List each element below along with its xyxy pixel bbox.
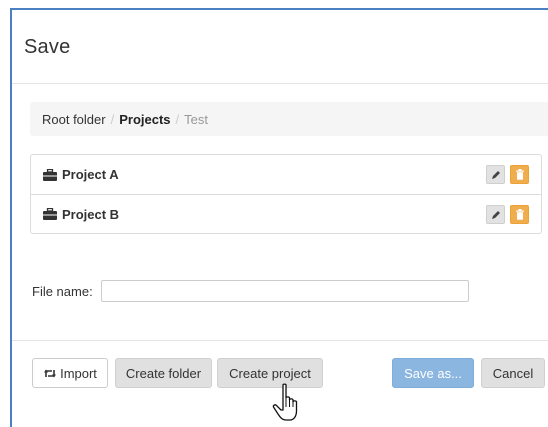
import-button[interactable]: Import <box>32 358 108 388</box>
breadcrumb: Root folder / Projects / Test <box>30 102 548 136</box>
create-project-button[interactable]: Create project <box>217 358 323 388</box>
breadcrumb-separator: / <box>175 112 180 127</box>
project-row-b[interactable]: Project B <box>31 194 541 233</box>
breadcrumb-separator: / <box>110 112 115 127</box>
row-actions <box>486 165 529 184</box>
breadcrumb-test: Test <box>184 112 208 127</box>
project-name: Project A <box>62 167 119 182</box>
pencil-icon <box>491 210 501 220</box>
dialog-header: Save <box>12 10 548 84</box>
cancel-button[interactable]: Cancel <box>481 358 545 388</box>
project-list: Project A Project B <box>30 154 542 234</box>
filename-input[interactable] <box>100 280 469 302</box>
retweet-icon <box>43 368 57 379</box>
row-actions <box>486 205 529 224</box>
hand-cursor-icon <box>272 383 304 427</box>
project-row-a[interactable]: Project A <box>31 155 541 194</box>
pencil-icon <box>491 170 501 180</box>
breadcrumb-projects[interactable]: Projects <box>119 112 170 127</box>
filename-row: File name: <box>32 280 469 302</box>
save-as-button[interactable]: Save as... <box>392 358 474 388</box>
import-label: Import <box>60 365 97 381</box>
briefcase-icon <box>43 168 57 181</box>
create-folder-button[interactable]: Create folder <box>115 358 212 388</box>
project-name: Project B <box>62 206 120 222</box>
delete-button[interactable] <box>510 205 529 224</box>
save-dialog: Save Root folder / Projects / Test Project A <box>10 8 548 427</box>
dialog-title: Save <box>24 36 71 58</box>
footer-divider <box>12 340 548 341</box>
trash-icon <box>515 209 525 220</box>
trash-icon <box>515 169 525 180</box>
breadcrumb-root-folder[interactable]: Root folder <box>42 112 106 127</box>
edit-button[interactable] <box>486 165 505 184</box>
delete-button[interactable] <box>510 165 529 184</box>
briefcase-icon <box>43 208 57 220</box>
filename-label: File name: <box>32 283 93 299</box>
edit-button[interactable] <box>486 205 505 224</box>
